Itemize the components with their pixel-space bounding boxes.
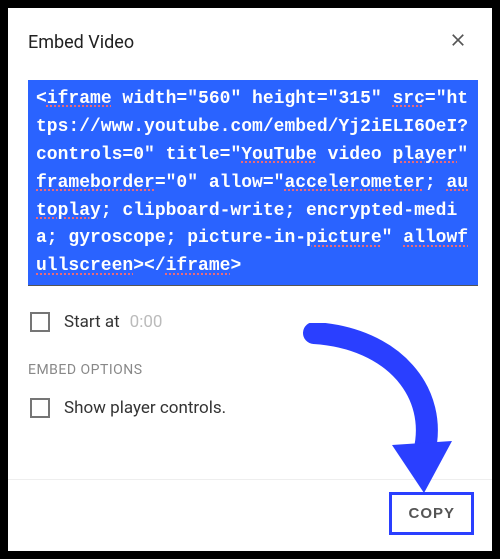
start-at-label: Start at [64,312,120,332]
show-controls-row: Show player controls. [30,398,484,418]
dialog-footer: COPY [8,479,492,551]
embed-video-dialog: Embed Video <iframe width="560" height="… [8,8,492,551]
dialog-header: Embed Video [8,8,492,68]
embed-code-textarea[interactable]: <iframe width="560" height="315" src="ht… [28,80,478,286]
copy-button[interactable]: COPY [389,492,474,535]
embed-options-heading: EMBED OPTIONS [28,362,484,378]
close-button[interactable] [444,26,472,58]
dialog-title: Embed Video [28,32,134,53]
show-controls-checkbox[interactable] [30,398,50,418]
start-at-row: Start at 0:00 [30,312,484,332]
start-at-time-input[interactable]: 0:00 [130,312,163,332]
show-controls-label: Show player controls. [64,398,226,418]
close-icon [448,35,468,54]
start-at-checkbox[interactable] [30,312,50,332]
dialog-body[interactable]: <iframe width="560" height="315" src="ht… [8,68,492,479]
